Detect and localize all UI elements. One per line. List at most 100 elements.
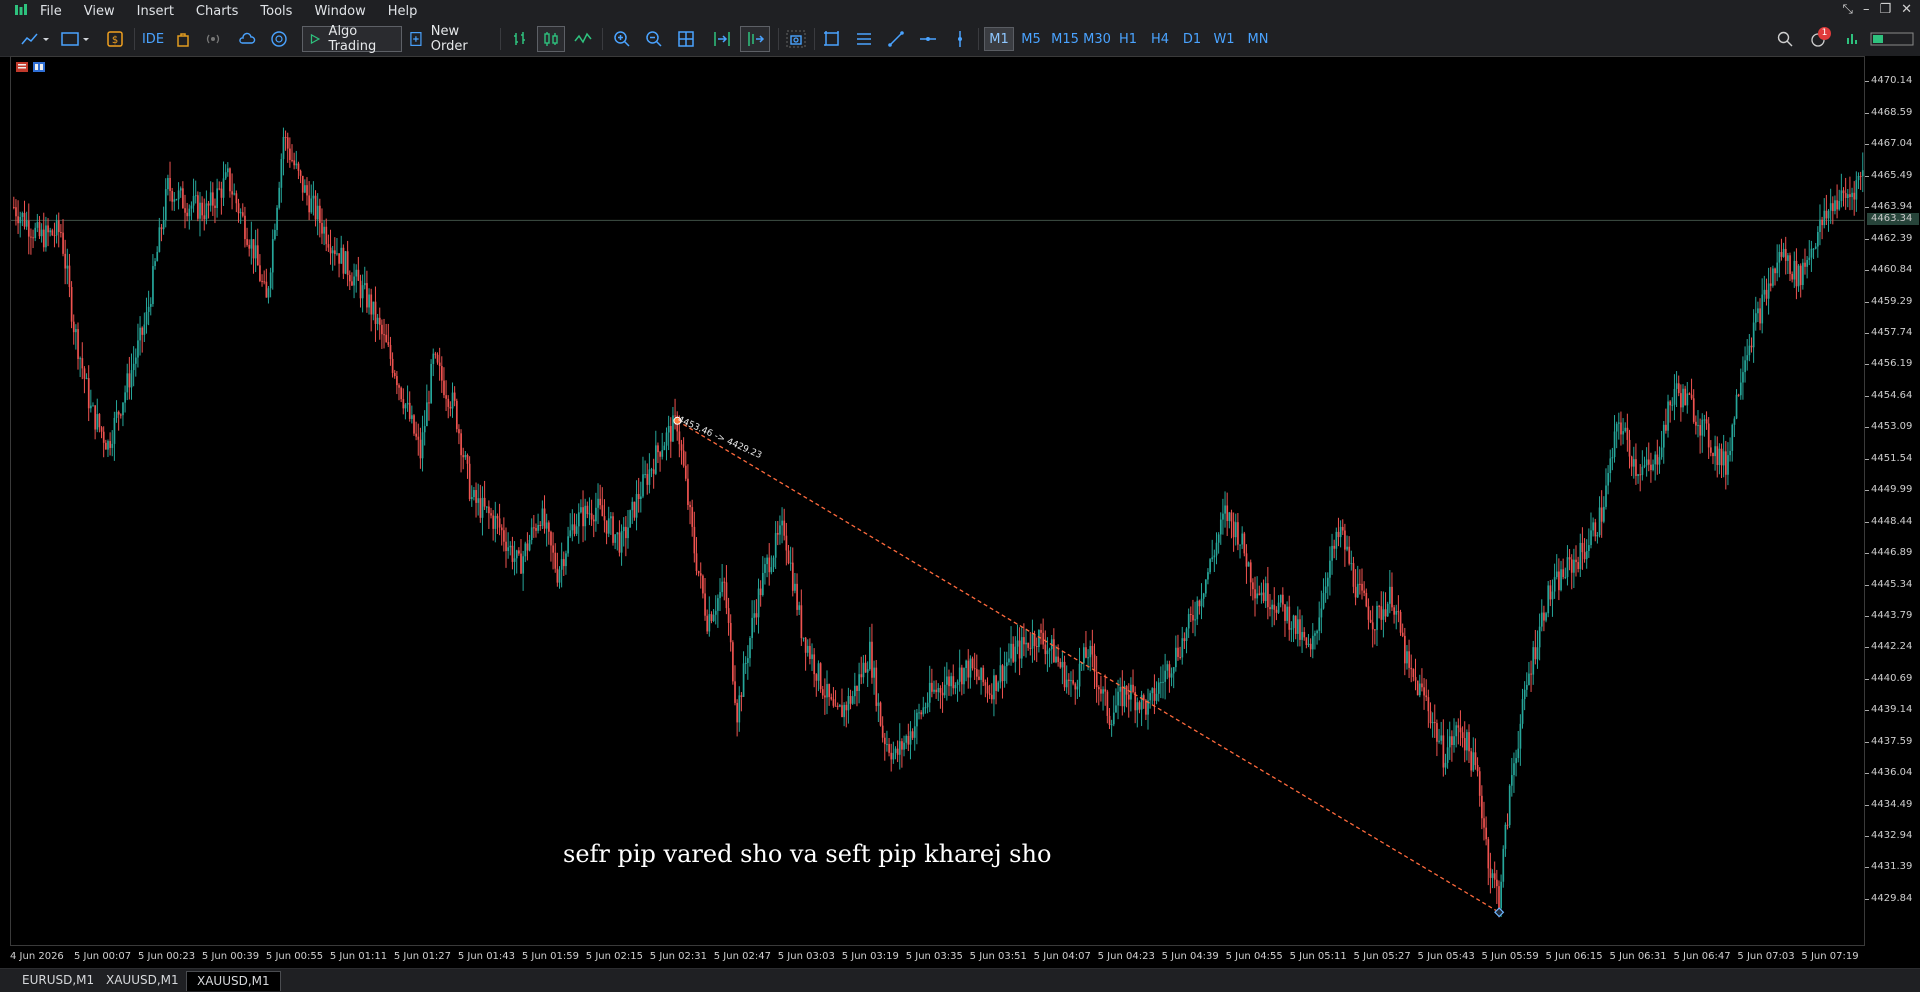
candle-body	[370, 294, 373, 315]
trendline[interactable]	[677, 420, 1500, 913]
chart-shift-icon[interactable]	[710, 26, 734, 52]
candle-body	[34, 227, 37, 239]
timeframe-m5[interactable]: M5	[1016, 27, 1046, 51]
timeframe-m30[interactable]: M30	[1080, 27, 1114, 51]
tab-eurusd-m1[interactable]: EURUSD,M1	[12, 971, 104, 990]
candle-body	[1213, 555, 1216, 558]
timeframe-m15[interactable]: M15	[1048, 27, 1082, 51]
time-tick-label: 5 Jun 02:15	[585, 951, 643, 962]
candle-body	[595, 507, 597, 522]
globe-icon[interactable]	[268, 26, 290, 52]
candle-body	[1620, 422, 1622, 435]
tab-xauusd-m1[interactable]: XAUUSD,M1	[96, 971, 189, 990]
ide-button[interactable]: IDE	[142, 26, 164, 52]
screenshot-icon[interactable]	[784, 26, 808, 52]
candle-body	[627, 527, 629, 539]
vertical-line-icon[interactable]	[948, 26, 972, 52]
candle-body	[1027, 642, 1030, 648]
search-icon[interactable]	[1774, 26, 1796, 52]
candle-body	[1787, 255, 1789, 261]
auto-scroll-icon[interactable]	[740, 26, 770, 52]
candle-body	[280, 159, 283, 188]
crosshair-frame-icon[interactable]	[820, 26, 844, 52]
candle-body	[1048, 649, 1051, 651]
price-axis[interactable]: 4463.34 4470.14 4468.59 4467.04 4465.49 4463…	[1864, 56, 1920, 946]
menu-view[interactable]: View	[84, 4, 127, 19]
chart-window-xauusd-m1[interactable]: 4453.46 -> 4429.23 sefr pip vared sho va…	[10, 56, 1865, 946]
restore-icon[interactable]: ❐	[1879, 2, 1891, 17]
candle-body	[1489, 868, 1492, 878]
bag-icon[interactable]	[172, 26, 194, 52]
candle-body	[503, 530, 505, 542]
horizontal-line-icon[interactable]	[916, 26, 940, 52]
candle-body	[1399, 611, 1402, 633]
signal-strength-icon[interactable]	[1842, 26, 1862, 52]
candle-body	[1361, 583, 1363, 591]
algo-trading-button[interactable]: Algo Trading	[302, 24, 402, 54]
candle-body	[1628, 439, 1631, 457]
close-icon[interactable]: ✕	[1901, 2, 1912, 17]
candle-body	[297, 163, 300, 171]
candle-body	[1241, 533, 1244, 545]
menu-help[interactable]: Help	[388, 4, 430, 19]
notifications-icon[interactable]: 1	[1806, 26, 1832, 52]
trendline-icon[interactable]	[884, 26, 908, 52]
candle-body	[806, 645, 809, 653]
timeframe-h4[interactable]: H4	[1145, 27, 1175, 51]
candle-body	[1802, 262, 1804, 286]
price-plot[interactable]	[11, 57, 1864, 945]
line-chart-icon[interactable]	[571, 26, 595, 52]
candle-body	[312, 195, 315, 199]
candle-body	[1774, 268, 1776, 274]
cloud-icon[interactable]	[236, 26, 258, 52]
menu-tools[interactable]: Tools	[260, 4, 304, 19]
candle-body	[1108, 715, 1111, 725]
candle-body	[804, 637, 807, 653]
chart-text-annotation[interactable]: sefr pip vared sho va seft pip kharej sh…	[563, 840, 1051, 868]
timeframe-h1[interactable]: H1	[1113, 27, 1143, 51]
tab-xauusd-m1-active[interactable]: XAUUSD,M1	[186, 971, 281, 991]
zoom-in-icon[interactable]	[610, 26, 634, 52]
candle-body	[607, 518, 610, 534]
zoom-out-icon[interactable]	[642, 26, 666, 52]
candle-body	[254, 245, 257, 259]
chart-template-icon[interactable]	[58, 26, 92, 52]
candle-body	[167, 178, 169, 190]
candle-body	[665, 432, 668, 446]
candlestick-chart-icon[interactable]	[537, 26, 565, 52]
new-order-button[interactable]: New Order	[410, 24, 494, 54]
price-tick-label: 4439.14	[1864, 704, 1913, 716]
candle-body	[592, 519, 595, 522]
timeframe-w1[interactable]: W1	[1209, 27, 1239, 51]
candle-body	[1367, 606, 1370, 620]
candle-body	[1466, 732, 1468, 751]
candle-body	[490, 513, 492, 516]
candle-body	[417, 436, 420, 440]
timeframe-mn[interactable]: MN	[1241, 27, 1275, 51]
candle-body	[1523, 689, 1526, 700]
minimize-icon[interactable]: –	[1863, 2, 1870, 17]
signal-icon[interactable]	[202, 26, 224, 52]
menu-charts[interactable]: Charts	[196, 4, 251, 19]
candle-body	[911, 731, 914, 738]
chart-type-line-icon[interactable]	[18, 26, 52, 52]
bar-chart-icon[interactable]	[508, 26, 532, 52]
time-axis[interactable]: 4 Jun 2026 5 Jun 00:07 5 Jun 00:23 5 Jun 00…	[10, 946, 1865, 968]
candle-body	[738, 695, 741, 723]
trendline-end-point[interactable]	[1494, 907, 1505, 918]
timeframe-d1[interactable]: D1	[1177, 27, 1207, 51]
tile-windows-icon[interactable]	[674, 26, 698, 52]
menu-window[interactable]: Window	[314, 4, 377, 19]
candle-body	[348, 275, 351, 282]
connection-status-icon[interactable]	[1868, 26, 1916, 52]
candle-body	[229, 168, 231, 192]
menu-file[interactable]: File	[40, 4, 74, 19]
timeframe-m1[interactable]: M1	[984, 27, 1014, 51]
candle-body	[783, 520, 786, 536]
pin-icon[interactable]: ⤡	[1843, 2, 1853, 17]
candle-body	[926, 702, 929, 708]
market-icon[interactable]: $	[104, 26, 126, 52]
candle-body	[1249, 562, 1252, 583]
horizontal-lines-icon[interactable]	[852, 26, 876, 52]
menu-insert[interactable]: Insert	[137, 4, 186, 19]
